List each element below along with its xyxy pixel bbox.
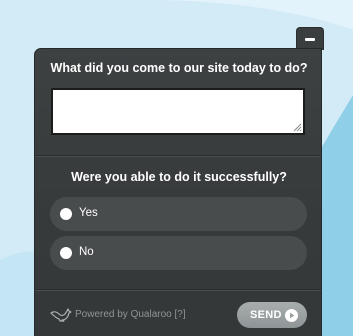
option-no-label: No — [79, 246, 94, 258]
answer-textarea[interactable] — [53, 90, 303, 133]
survey-widget: What did you come to our site today to d… — [34, 48, 322, 336]
minimize-icon — [305, 38, 315, 41]
question-2-text: Were you able to do it successfully? — [71, 170, 287, 184]
kangaroo-icon — [50, 308, 72, 322]
play-circle-icon — [285, 309, 298, 322]
widget-footer: Powered by Qualaroo [?] SEND — [35, 299, 321, 336]
section-divider — [35, 155, 321, 157]
option-yes-label: Yes — [79, 207, 98, 219]
page-background: What did you come to our site today to d… — [0, 0, 353, 336]
footer-divider — [35, 289, 321, 291]
minimize-button[interactable] — [296, 27, 324, 50]
option-yes[interactable]: Yes — [50, 197, 307, 231]
option-no[interactable]: No — [50, 236, 307, 270]
resize-grip-icon[interactable] — [293, 123, 302, 132]
answer-textarea-container — [51, 88, 305, 135]
powered-by-link[interactable]: Powered by Qualaroo [?] — [75, 309, 186, 320]
send-button[interactable]: SEND — [237, 302, 307, 328]
send-label: SEND — [250, 309, 282, 321]
question-1-text: What did you come to our site today to d… — [50, 61, 308, 75]
radio-yes-icon[interactable] — [60, 208, 72, 220]
radio-no-icon[interactable] — [60, 247, 72, 259]
